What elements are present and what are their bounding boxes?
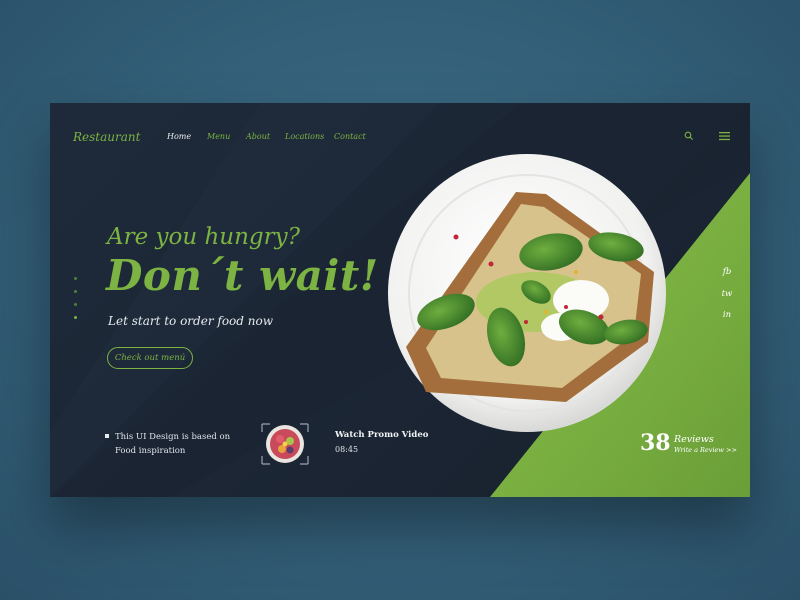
social-facebook[interactable]: fb	[717, 267, 737, 277]
hero-subline: Let start to order food now	[108, 314, 273, 328]
bullet-marker	[105, 434, 109, 438]
reviews-count: 38	[640, 430, 671, 456]
hero-card: Restaurant Home Menu About Locations Con…	[50, 103, 750, 497]
promo-video-thumbnail[interactable]	[260, 422, 310, 466]
search-icon[interactable]	[684, 131, 694, 141]
menu-icon[interactable]	[719, 131, 730, 141]
brand-logo[interactable]: Restaurant	[73, 130, 140, 144]
info-line-1: This UI Design is based on	[115, 432, 231, 442]
nav-contact[interactable]: Contact	[334, 132, 366, 141]
nav-about[interactable]: About	[246, 132, 270, 141]
nav-menu[interactable]: Menu	[207, 132, 230, 141]
food-plate-image	[388, 154, 666, 432]
nav-locations[interactable]: Locations	[285, 132, 324, 141]
hero-headline-main: Don´t wait!	[106, 251, 379, 300]
slide-dot-active[interactable]	[74, 316, 77, 319]
promo-video-duration: 08:45	[335, 445, 359, 454]
nav-home[interactable]: Home	[167, 132, 191, 141]
social-linkedin[interactable]: in	[717, 310, 737, 320]
slide-dot[interactable]	[74, 277, 77, 280]
info-line-2: Food inspiration	[115, 446, 186, 456]
write-review-link[interactable]: Write a Review >>	[674, 446, 737, 454]
slide-dot[interactable]	[74, 303, 77, 306]
top-nav: Restaurant Home Menu About Locations Con…	[50, 130, 750, 146]
reviews-label: Reviews	[674, 434, 714, 445]
info-note: This UI Design is based on Food inspirat…	[115, 430, 230, 458]
hero-headline-question: Are you hungry?	[107, 224, 300, 250]
slide-indicator	[74, 277, 78, 329]
slide-dot[interactable]	[74, 290, 77, 293]
social-twitter[interactable]: tw	[717, 289, 737, 299]
check-out-menu-button[interactable]: Check out menú	[107, 347, 193, 369]
